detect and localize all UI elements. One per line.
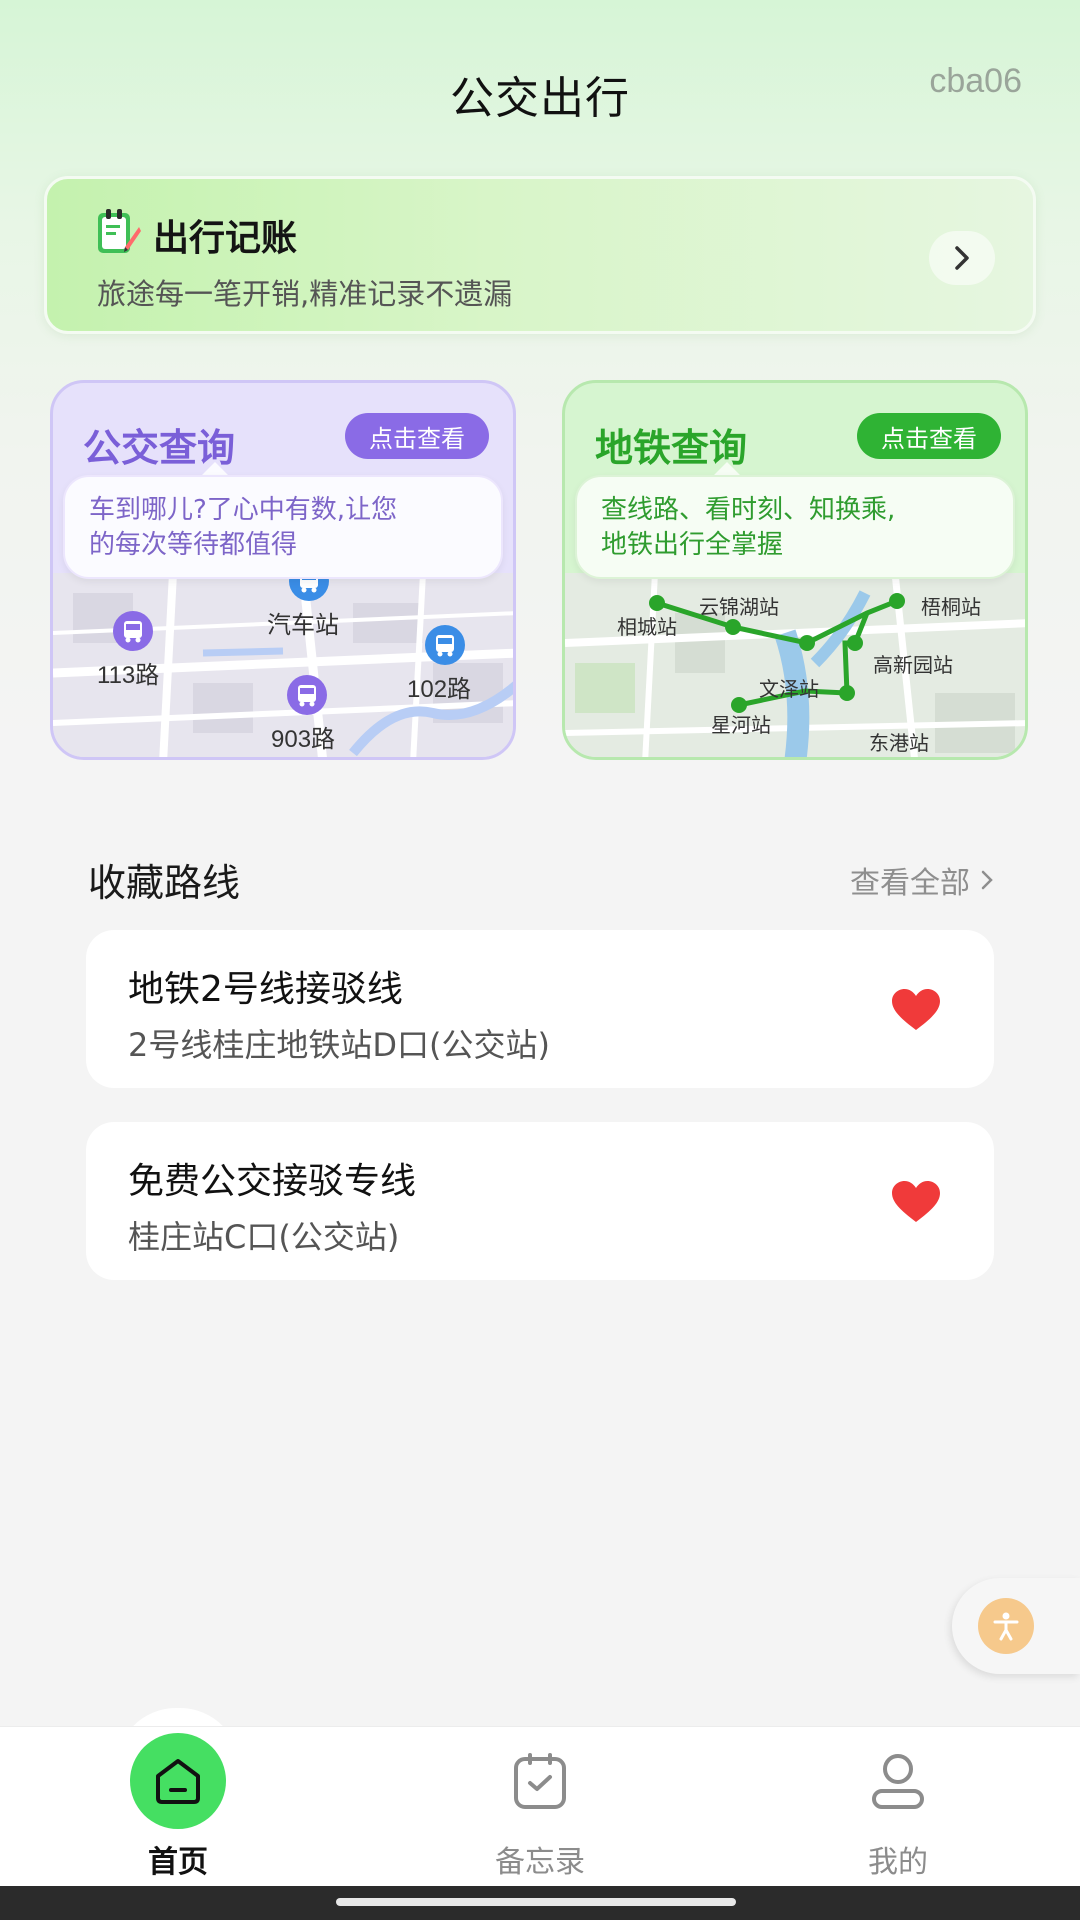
- map-label-route: 113路: [97, 662, 160, 689]
- expense-record-card[interactable]: 出行记账 旅途每一笔开销,精准记录不遗漏: [44, 176, 1036, 334]
- route-title: 地铁2号线接驳线: [128, 969, 403, 1010]
- favorite-route-card[interactable]: 地铁2号线接驳线 2号线桂庄地铁站D口(公交站): [86, 930, 994, 1088]
- nav-home-label: 首页: [148, 1845, 208, 1880]
- watermark-text: cba06: [929, 62, 1022, 100]
- bus-stop-icon: [113, 611, 153, 651]
- station-label: 相城站: [617, 617, 677, 639]
- view-all-link[interactable]: 查看全部: [850, 858, 994, 902]
- expense-card-title: 出行记账: [153, 218, 298, 259]
- bus-query-card[interactable]: 公交查询 点击查看 汽车站 113路 102路 903路 车到哪儿?了心中有数,…: [50, 380, 516, 760]
- chevron-right-icon: [955, 246, 969, 270]
- page-title: 公交出行: [450, 73, 630, 124]
- accessibility-icon: [993, 1612, 1019, 1641]
- expense-card-arrow-button[interactable]: [929, 231, 995, 285]
- floating-accessibility-panel: [952, 1578, 1080, 1674]
- metro-query-card[interactable]: 地铁查询 点击查看 相城站 云锦湖站 梧桐站 高新园站 文泽站 星河站 东港站 …: [562, 380, 1028, 760]
- expense-card-subtitle: 旅途每一笔开销,精准记录不遗漏: [97, 277, 513, 311]
- view-all-label: 查看全部: [850, 866, 970, 901]
- favorite-route-card[interactable]: 免费公交接驳专线 桂庄站C口(公交站): [86, 1122, 994, 1280]
- map-label-station: 汽车站: [267, 612, 339, 639]
- map-label-route: 102路: [407, 676, 472, 703]
- favorites-heading: 收藏路线: [88, 861, 241, 905]
- metro-desc-line: 查线路、看时刻、知换乘,: [601, 495, 896, 525]
- bus-view-button[interactable]: 点击查看: [345, 413, 489, 459]
- route-stop: 2号线桂庄地铁站D口(公交站): [128, 1026, 550, 1064]
- station-label: 梧桐站: [921, 597, 981, 619]
- station-label: 云锦湖站: [699, 597, 779, 619]
- nav-profile-label: 我的: [868, 1845, 928, 1880]
- bus-stop-icon: [287, 675, 327, 715]
- bottom-navigation: 首页 备忘录 我的: [0, 1726, 1080, 1886]
- map-label-route: 903路: [271, 726, 336, 753]
- notebook-pencil-icon: [98, 209, 141, 253]
- metro-desc-line: 地铁出行全掌握: [601, 530, 784, 560]
- chevron-right-icon: [981, 870, 993, 890]
- nav-memo-label: 备忘录: [495, 1845, 585, 1880]
- user-icon: [872, 1754, 924, 1809]
- station-label: 星河站: [711, 715, 771, 737]
- nav-profile[interactable]: 我的: [798, 1727, 998, 1887]
- route-stop: 桂庄站C口(公交站): [128, 1218, 400, 1256]
- station-label: 文泽站: [759, 679, 819, 701]
- station-label: 高新园站: [873, 655, 953, 677]
- home-indicator[interactable]: [336, 1898, 736, 1906]
- nav-memo[interactable]: 备忘录: [440, 1727, 640, 1887]
- heart-icon[interactable]: [890, 988, 942, 1032]
- bus-stop-icon: [425, 625, 465, 665]
- route-title: 免费公交接驳专线: [128, 1161, 417, 1202]
- bus-card-description: 车到哪儿?了心中有数,让您 的每次等待都值得: [63, 475, 503, 579]
- accessibility-button[interactable]: [978, 1598, 1034, 1654]
- metro-card-description: 查线路、看时刻、知换乘, 地铁出行全掌握: [575, 475, 1015, 579]
- home-icon-circle: [130, 1733, 226, 1829]
- bus-desc-line: 车到哪儿?了心中有数,让您: [89, 495, 398, 525]
- home-icon: [156, 1759, 200, 1804]
- metro-view-button[interactable]: 点击查看: [857, 413, 1001, 459]
- memo-icon: [514, 1753, 566, 1809]
- bus-desc-line: 的每次等待都值得: [89, 530, 298, 560]
- heart-icon[interactable]: [890, 1180, 942, 1224]
- nav-home[interactable]: 首页: [78, 1727, 278, 1887]
- station-label: 东港站: [869, 733, 929, 755]
